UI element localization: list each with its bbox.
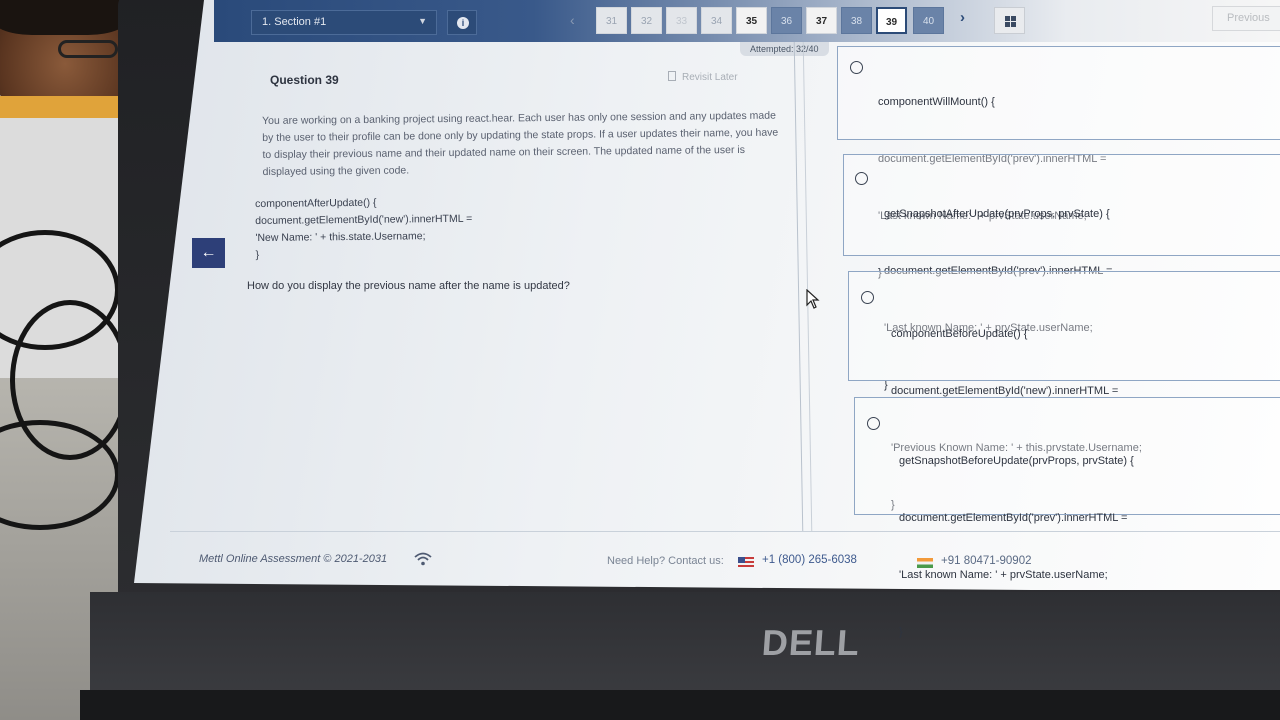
- question-prompt: How do you display the previous name aft…: [247, 280, 570, 292]
- question-number-button[interactable]: 31: [596, 7, 627, 34]
- question-number-button[interactable]: 32: [631, 7, 662, 34]
- info-icon: i: [457, 17, 469, 29]
- code-line: document.getElementById('prev').innerHTM…: [899, 512, 1128, 524]
- section-dropdown[interactable]: 1. Section #1 ▼: [251, 10, 437, 35]
- back-arrow-button[interactable]: ←: [192, 238, 225, 268]
- question-number-button[interactable]: 33: [666, 7, 697, 34]
- code-line: }: [255, 248, 260, 261]
- section-label: 1. Section #1: [262, 16, 327, 28]
- code-line: getSnapshotAfterUpdate(prvProps, prvStat…: [884, 208, 1110, 220]
- footer-divider: [170, 531, 1280, 532]
- us-flag-icon: [738, 557, 754, 567]
- question-text: You are working on a banking project usi…: [262, 109, 779, 178]
- laptop-hinge: [80, 690, 1280, 720]
- question-number-button[interactable]: 36: [771, 7, 802, 34]
- phone-us-link[interactable]: +1 (800) 265-6038: [762, 554, 857, 566]
- chevron-left-icon[interactable]: ‹: [570, 12, 575, 28]
- revisit-later-label: Revisit Later: [682, 72, 738, 83]
- answer-option[interactable]: componentWillMount() { document.getEleme…: [837, 46, 1280, 279]
- chevron-right-icon[interactable]: ›: [960, 9, 965, 26]
- code-line: 'Last known Name: ' + prvState.userName;: [899, 569, 1108, 581]
- answer-option[interactable]: getSnapshotBeforeUpdate(prvProps, prvSta…: [854, 397, 1280, 638]
- question-number-button[interactable]: 34: [701, 7, 732, 34]
- india-flag-icon: [917, 558, 933, 568]
- revisit-later-button[interactable]: Revisit Later: [668, 71, 738, 83]
- option-code: getSnapshotBeforeUpdate(prvProps, prvSta…: [899, 414, 1134, 680]
- code-line: getSnapshotBeforeUpdate(prvProps, prvSta…: [899, 455, 1134, 467]
- help-text: Need Help? Contact us:: [607, 555, 724, 567]
- code-line: document.getElementById('new').innerHTML…: [255, 212, 473, 227]
- answer-option[interactable]: getSnapshotAfterUpdate(prvProps, prvStat…: [843, 154, 1280, 391]
- code-line: componentWillMount() {: [878, 96, 995, 108]
- question-code: componentAfterUpdate() { document.getEle…: [255, 194, 473, 264]
- code-line: }: [899, 626, 903, 638]
- glasses-icon: [58, 40, 118, 58]
- chevron-down-icon: ▼: [418, 16, 427, 26]
- answer-option[interactable]: componentBeforeUpdate() { document.getEl…: [848, 271, 1280, 511]
- question-number-button[interactable]: 38: [841, 7, 872, 34]
- previous-button[interactable]: Previous: [1212, 6, 1280, 31]
- question-number-button[interactable]: 40: [913, 7, 944, 34]
- person-shirt: [0, 96, 120, 120]
- question-number-button[interactable]: 35: [736, 7, 767, 34]
- code-line: componentBeforeUpdate() {: [891, 328, 1028, 340]
- attempted-counter: Attempted: 32/40: [740, 42, 829, 56]
- bookmark-icon: [668, 71, 676, 81]
- copyright-text: Mettl Online Assessment © 2021-2031: [199, 553, 388, 565]
- info-button[interactable]: i: [447, 10, 477, 35]
- person-hair: [0, 0, 130, 35]
- current-question-button[interactable]: 39: [876, 7, 907, 34]
- question-grid-button[interactable]: [994, 7, 1025, 34]
- mouse-cursor-icon: [806, 289, 820, 309]
- radio-button[interactable]: [867, 417, 880, 430]
- question-title: Question 39: [270, 73, 339, 87]
- radio-button[interactable]: [850, 61, 863, 74]
- dell-logo: DELL: [760, 622, 862, 663]
- radio-button[interactable]: [855, 172, 868, 185]
- question-number-button[interactable]: 37: [806, 7, 837, 34]
- radio-button[interactable]: [861, 291, 874, 304]
- phone-india-link[interactable]: +91 80471-90902: [941, 555, 1032, 567]
- arrow-left-icon: ←: [200, 244, 217, 261]
- wifi-icon: [414, 552, 432, 566]
